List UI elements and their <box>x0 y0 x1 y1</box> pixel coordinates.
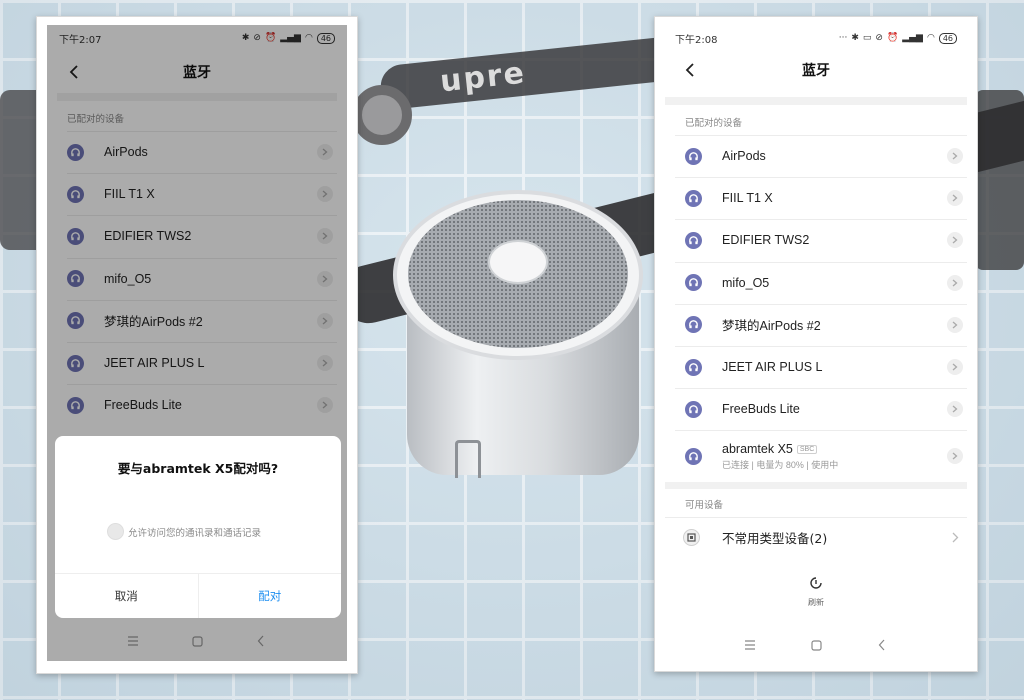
menu-icon[interactable] <box>126 634 140 648</box>
device-name: AirPods <box>722 149 766 164</box>
left-phone-screenshot: 下午2:07 ✱ ⊘ ⏰ ▂▄▆ ◠ 46 蓝牙 已配对的设备 AirPods <box>36 16 358 674</box>
chevron-right-icon[interactable] <box>947 148 963 165</box>
refresh-icon <box>808 575 824 595</box>
home-icon[interactable] <box>809 638 823 652</box>
page-title: 蓝牙 <box>802 63 830 79</box>
status-bar: 下午2:08 ··· ✱ ▭ ⊘ ⏰ ▂▄▆ ◠ 46 <box>655 17 977 51</box>
wifi-status-icon: ◠ <box>926 33 935 43</box>
device-row[interactable]: FIIL T1 X <box>655 177 977 219</box>
right-screen: 下午2:08 ··· ✱ ▭ ⊘ ⏰ ▂▄▆ ◠ 46 蓝牙 已配对的设备 Ai <box>655 17 977 671</box>
device-name: abramtek X5 <box>722 441 793 456</box>
chevron-right-icon[interactable] <box>947 316 963 333</box>
device-name: 梦琪的AirPods #2 <box>722 319 821 334</box>
section-divider <box>665 97 967 105</box>
chevron-right-icon[interactable] <box>947 274 963 291</box>
nav-bar <box>655 619 977 671</box>
title-bar: 蓝牙 <box>655 51 977 89</box>
headphones-icon <box>685 231 702 249</box>
chevron-right-icon[interactable] <box>947 448 963 465</box>
codec-badge: SBC <box>796 444 818 454</box>
headset-battery-status-icon: ▭ <box>862 33 872 43</box>
connected-device-row[interactable]: abramtek X5 SBC 已连接 | 电量为 80% | 使用中 <box>655 430 977 482</box>
available-device-row[interactable]: 不常用类型设备(2) <box>655 517 977 557</box>
section-divider <box>665 482 967 490</box>
available-section-header: 可用设备 <box>685 500 724 512</box>
chevron-right-icon[interactable] <box>947 190 963 207</box>
device-row[interactable]: FreeBuds Lite <box>655 388 977 430</box>
headphones-icon <box>685 274 702 292</box>
available-device-name: 不常用类型设备(2) <box>722 530 828 546</box>
device-name: mifo_O5 <box>722 275 770 290</box>
headphones-icon <box>685 147 702 165</box>
refresh-label: 刷新 <box>808 598 824 607</box>
battery-icon: 46 <box>938 32 957 44</box>
headphones-icon <box>685 189 702 207</box>
chevron-right-icon[interactable] <box>947 359 963 376</box>
cancel-button[interactable]: 取消 <box>55 574 198 618</box>
contacts-permission-row[interactable]: 允许访问您的通讯录和通话记录 <box>107 523 261 540</box>
alarm-status-icon: ⏰ <box>886 33 899 43</box>
speaker-cap <box>488 240 548 284</box>
home-icon[interactable] <box>190 634 204 648</box>
device-type-icon <box>683 528 700 546</box>
chevron-right-icon[interactable] <box>947 401 963 418</box>
bluetooth-status-icon: ✱ <box>851 33 859 43</box>
dialog-title: 要与abramtek X5配对吗? <box>117 461 279 476</box>
status-icons: ··· ✱ ▭ ⊘ ⏰ ▂▄▆ ◠ 46 <box>838 32 957 44</box>
chevron-right-icon[interactable] <box>952 528 959 547</box>
nav-bar <box>47 621 347 661</box>
more-status-icon: ··· <box>838 33 848 43</box>
device-name: EDIFIER TWS2 <box>722 233 810 248</box>
device-row[interactable]: EDIFIER TWS2 <box>655 219 977 261</box>
left-screen: 下午2:07 ✱ ⊘ ⏰ ▂▄▆ ◠ 46 蓝牙 已配对的设备 AirPods <box>47 25 347 661</box>
headphones-icon <box>685 447 702 465</box>
device-row[interactable]: JEET AIR PLUS L <box>655 345 977 388</box>
refresh-button[interactable]: 刷新 <box>655 575 977 608</box>
device-name: FIIL T1 X <box>722 191 773 206</box>
permission-checkbox[interactable] <box>107 523 124 540</box>
headphones-icon <box>685 400 702 418</box>
back-arrow-icon[interactable] <box>681 61 699 79</box>
paired-section-header: 已配对的设备 <box>685 118 743 129</box>
pair-dialog: 要与abramtek X5配对吗? 允许访问您的通讯录和通话记录 取消 配对 <box>55 436 341 618</box>
device-name: JEET AIR PLUS L <box>722 360 823 375</box>
device-row[interactable]: mifo_O5 <box>655 261 977 304</box>
signal-status-icon: ▂▄▆ <box>902 33 923 43</box>
device-status: 已连接 | 电量为 80% | 使用中 <box>722 459 839 470</box>
status-time: 下午2:08 <box>675 34 718 46</box>
camera-dial-decor <box>352 85 412 145</box>
speaker-slot <box>455 440 481 478</box>
device-row[interactable]: 梦琪的AirPods #2 <box>655 303 977 346</box>
device-row[interactable]: AirPods <box>655 135 977 177</box>
headphones-icon <box>685 316 702 334</box>
menu-icon[interactable] <box>743 638 757 652</box>
connected-device-info: abramtek X5 SBC 已连接 | 电量为 80% | 使用中 <box>722 442 947 471</box>
paired-device-list: AirPods FIIL T1 X EDIFIER TWS2 mifo_O5 梦 <box>655 135 977 482</box>
back-icon[interactable] <box>875 638 889 652</box>
pair-button[interactable]: 配对 <box>197 574 342 618</box>
mute-status-icon: ⊘ <box>875 33 883 43</box>
right-phone-screenshot: 下午2:08 ··· ✱ ▭ ⊘ ⏰ ▂▄▆ ◠ 46 蓝牙 已配对的设备 Ai <box>654 16 978 672</box>
headphones-icon <box>685 358 702 376</box>
dialog-actions: 取消 配对 <box>55 573 341 618</box>
device-name: FreeBuds Lite <box>722 402 800 417</box>
permission-label: 允许访问您的通讯录和通话记录 <box>128 527 262 539</box>
back-icon[interactable] <box>254 634 268 648</box>
chevron-right-icon[interactable] <box>947 232 963 249</box>
